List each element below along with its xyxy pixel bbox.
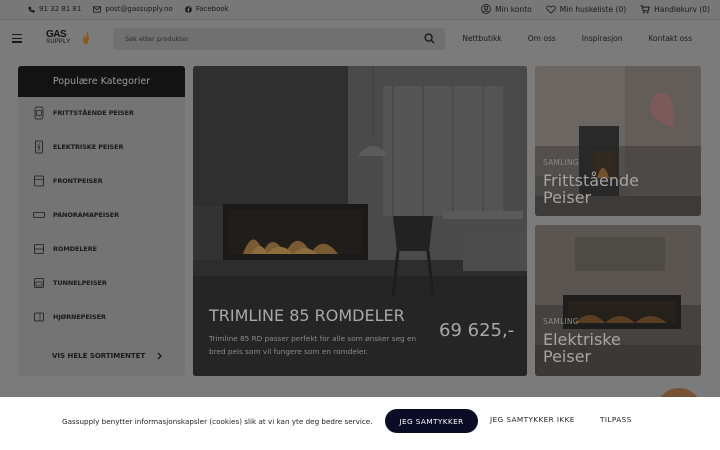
cart-label: Handlekurv (0): [654, 4, 710, 14]
facebook-link[interactable]: Facebook: [184, 5, 229, 13]
category-label: PANORAMAPEISER: [53, 211, 120, 219]
category-romdelere[interactable]: ROMDELERE: [18, 238, 185, 260]
site-logo[interactable]: GAS SUPPLY: [46, 29, 92, 49]
collection-card-frittstaende[interactable]: SAMLING Frittstående Peiser: [535, 66, 701, 216]
view-all-label: VIS HELE SORTIMENTET: [52, 352, 146, 360]
main-nav: Nettbutikk Om oss Inspirasjon Kontakt os…: [462, 34, 692, 43]
search-icon[interactable]: [424, 33, 435, 44]
heart-icon: [545, 5, 556, 14]
wishlist-label: Min huskeliste (0): [559, 4, 627, 14]
cart-icon: [640, 4, 651, 13]
hero-title: TRIMLINE 85 ROMDELER: [209, 306, 405, 325]
facebook-icon: [184, 5, 192, 13]
front-fireplace-icon: [34, 175, 44, 187]
card-tag: SAMLING: [543, 158, 579, 167]
top-bar: 91 32 81 81 post@gassupply.no Facebook M…: [0, 0, 720, 20]
card-title: Frittstående Peiser: [543, 171, 640, 207]
email-address: post@gassupply.no: [105, 5, 173, 13]
nav-kontakt-oss[interactable]: Kontakt oss: [649, 34, 693, 43]
category-tunnelpeiser[interactable]: TUNNELPEISER: [18, 272, 185, 294]
category-label: FRONTPEISER: [53, 177, 103, 185]
wishlist-link[interactable]: Min huskeliste (0): [545, 4, 627, 14]
freestanding-fireplace-icon: [34, 106, 44, 120]
category-hjornepeiser[interactable]: HJØRNEPEISER: [18, 306, 185, 328]
search-input[interactable]: [125, 33, 415, 45]
decline-cookies-button[interactable]: JEG SAMTYKKER IKKE: [490, 415, 575, 424]
nav-om-oss[interactable]: Om oss: [528, 34, 556, 43]
menu-icon[interactable]: [12, 34, 22, 43]
room-divider-icon: [34, 244, 44, 254]
category-label: FRITTSTÅENDE PEISER: [53, 109, 134, 117]
search-bar: [113, 28, 445, 50]
card-tag: SAMLING: [543, 317, 579, 326]
cookie-banner: Gassupply benytter informasjonskapsler (…: [0, 397, 720, 450]
categories-title: Populære Kategorier: [18, 66, 185, 97]
accept-cookies-button[interactable]: JEG SAMTYKKER: [385, 409, 478, 433]
tunnel-fireplace-icon: [34, 278, 44, 288]
flame-icon: [83, 30, 89, 45]
hero-description: Trimline 85 RD passer perfekt for alle s…: [209, 334, 417, 356]
hero-banner[interactable]: TRIMLINE 85 ROMDELER Trimline 85 RD pass…: [193, 66, 527, 376]
main-header: GAS SUPPLY Nettbutikk Om oss Inspirasjon…: [0, 20, 720, 58]
customize-cookies-button[interactable]: TILPASS: [600, 415, 632, 424]
category-label: HJØRNEPEISER: [53, 313, 106, 321]
phone-icon: [28, 6, 35, 13]
facebook-label: Facebook: [195, 5, 229, 13]
popular-categories: Populære Kategorier FRITTSTÅENDE PEISER …: [18, 66, 185, 376]
user-icon: [481, 4, 491, 14]
category-frittstaende-peiser[interactable]: FRITTSTÅENDE PEISER: [18, 102, 185, 124]
category-label: TUNNELPEISER: [53, 279, 107, 287]
category-panoramapeiser[interactable]: PANORAMAPEISER: [18, 204, 185, 226]
electric-fireplace-icon: [35, 140, 43, 154]
corner-fireplace-icon: [34, 312, 44, 322]
panorama-fireplace-icon: [33, 212, 45, 218]
category-frontpeiser[interactable]: FRONTPEISER: [18, 170, 185, 192]
card-title: Elektriske Peiser: [543, 330, 621, 366]
cart-link[interactable]: Handlekurv (0): [640, 4, 710, 14]
cookie-text: Gassupply benytter informasjonskapsler (…: [62, 417, 373, 426]
phone-link[interactable]: 91 32 81 81: [28, 5, 81, 13]
view-all-link[interactable]: VIS HELE SORTIMENTET: [52, 352, 163, 360]
category-elektriske-peiser[interactable]: ELEKTRISKE PEISER: [18, 136, 185, 158]
my-account-label: Min konto: [495, 4, 532, 14]
logo-text-bottom: SUPPLY: [46, 39, 71, 45]
contact-info: 91 32 81 81 post@gassupply.no Facebook: [28, 5, 229, 13]
email-link[interactable]: post@gassupply.no: [93, 5, 173, 13]
nav-nettbutikk[interactable]: Nettbutikk: [462, 34, 501, 43]
collection-card-elektriske[interactable]: SAMLING Elektriske Peiser: [535, 225, 701, 376]
chevron-right-icon: [157, 352, 163, 360]
hero-price: 69 625,-: [439, 320, 515, 341]
my-account-link[interactable]: Min konto: [481, 4, 532, 14]
phone-number: 91 32 81 81: [39, 5, 82, 13]
category-label: ELEKTRISKE PEISER: [53, 143, 124, 151]
mail-icon: [93, 5, 102, 13]
nav-inspirasjon[interactable]: Inspirasjon: [582, 34, 623, 43]
account-links: Min konto Min huskeliste (0) Handlekurv …: [481, 4, 710, 14]
category-label: ROMDELERE: [53, 245, 97, 253]
